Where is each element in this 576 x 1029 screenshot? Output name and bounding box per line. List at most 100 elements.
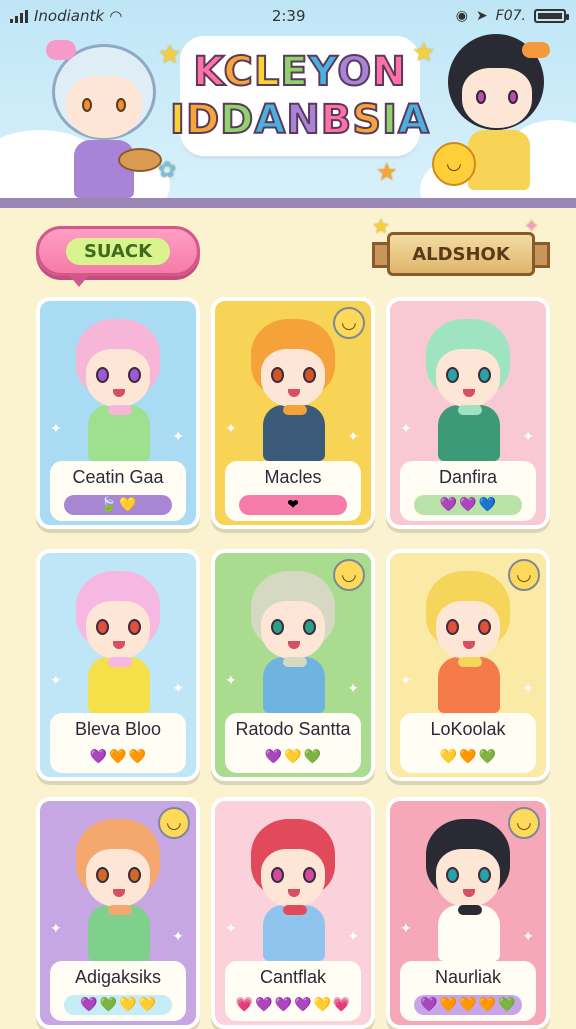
sparkle-icon: ✦ xyxy=(522,929,534,945)
sparkle-icon: ✦ xyxy=(347,929,359,945)
character-card[interactable]: ✦ ✦ ◡ Macles ❤ xyxy=(211,297,375,529)
mood-emoji-icon[interactable]: ◡ xyxy=(508,807,540,839)
heart-icon: 💜 xyxy=(264,749,283,765)
heart-icon: 💜 xyxy=(255,997,273,1013)
sparkle-icon: ✦ xyxy=(50,421,62,437)
heart-icon: 💚 xyxy=(478,749,497,765)
heart-icon: 🧡 xyxy=(439,997,458,1013)
character-card[interactable]: ✦ ✦ Bleva Bloo 💜 🧡 🧡 xyxy=(36,549,200,781)
character-name: LoKoolak xyxy=(430,719,506,739)
heart-icon: 💚 xyxy=(498,997,516,1013)
affection-hearts-bar: 💜 💛 💚 xyxy=(239,747,347,767)
sparkle-icon: ✦ xyxy=(400,921,412,937)
character-name: Ceatin Gaa xyxy=(72,467,164,487)
aldshok-button[interactable]: ALDSHOK xyxy=(372,226,550,282)
mood-emoji-icon[interactable]: ◡ xyxy=(508,559,540,591)
sparkle-icon: ✦ xyxy=(225,673,237,689)
affection-hearts-bar: 💛 🧡 💚 xyxy=(414,747,522,767)
sparkle-icon: ✦ xyxy=(225,921,237,937)
game-logo: KCLEYON IDDANBSIA xyxy=(169,36,430,156)
carrier-name: Inodiantk xyxy=(34,7,105,25)
mood-emoji-icon[interactable]: ◡ xyxy=(158,807,190,839)
character-name: Adigaksiks xyxy=(74,967,162,987)
sparkle-icon: ✦ xyxy=(50,673,62,689)
name-plate: Danfira 💜 💜 💙 xyxy=(400,461,536,521)
character-card[interactable]: ✦ ✦ Cantflak 💗 💜 💜 💜 💛 💗 xyxy=(211,797,375,1029)
sparkle-icon: ✦ xyxy=(522,681,534,697)
heart-icon: 🧡 xyxy=(459,997,477,1013)
heart-icon: 💜 xyxy=(80,997,98,1013)
signal-icon xyxy=(10,9,28,23)
snack-button-label: SUACK xyxy=(65,237,171,265)
heart-icon: 💛 xyxy=(284,749,302,765)
affection-hearts-bar: 💜 🧡 🧡 🧡 💚 xyxy=(414,995,522,1015)
mascot-left xyxy=(40,40,170,200)
affection-hearts-bar: 🍃 💛 xyxy=(64,495,172,515)
character-name: Cantflak xyxy=(259,967,327,987)
heart-icon: 💜 xyxy=(89,749,108,765)
status-right-text: F07. xyxy=(495,8,526,24)
affection-hearts-bar: 💗 💜 💜 💜 💛 💗 xyxy=(235,995,351,1015)
affection-hearts-bar: 💜 💚 💛 💛 xyxy=(64,995,172,1015)
character-card[interactable]: ✦ ✦ ◡ Ratodo Santta 💜 💛 💚 xyxy=(211,549,375,781)
status-bar: Inodiantk ◠ 2:39 ◉ ➤ F07. xyxy=(0,0,576,32)
star-icon: ✿ xyxy=(158,158,177,183)
character-name: Ratodo Santta xyxy=(235,719,351,739)
affection-hearts-bar: 💜 💜 💙 xyxy=(414,495,522,515)
battery-icon xyxy=(534,9,569,23)
heart-icon: 🧡 xyxy=(459,749,477,765)
character-card[interactable]: ✦ ✦ ◡ Naurliak 💜 🧡 🧡 🧡 💚 xyxy=(386,797,550,1029)
sparkle-icon: ✦ xyxy=(225,421,237,437)
heart-icon: 💛 xyxy=(119,497,137,513)
heart-icon: 💚 xyxy=(303,749,322,765)
name-plate: Adigaksiks 💜 💚 💛 💛 xyxy=(50,961,186,1021)
name-plate: Ratodo Santta 💜 💛 💚 xyxy=(225,713,361,773)
sparkle-icon: ✦ xyxy=(347,681,359,697)
sparkle-icon: ✦ xyxy=(172,929,184,945)
heart-icon: 💜 xyxy=(439,497,458,513)
character-card[interactable]: ✦ ✦ Danfira 💜 💜 💙 xyxy=(386,297,550,529)
sparkle-icon: ✦ xyxy=(172,429,184,445)
aldshok-button-label: ALDSHOK xyxy=(387,232,535,276)
heart-icon: 💜 xyxy=(274,997,292,1013)
logo-line-2: IDDANBSIA xyxy=(169,96,430,144)
heart-icon: 💜 xyxy=(420,997,438,1013)
character-card[interactable]: ✦ ✦ ◡ Adigaksiks 💜 💚 💛 💛 xyxy=(36,797,200,1029)
leaf-icon: 🍃 xyxy=(99,497,117,513)
heart-icon: 💗 xyxy=(332,997,351,1013)
mood-emoji-icon[interactable]: ◡ xyxy=(333,559,365,591)
heart-icon: 💛 xyxy=(439,749,458,765)
heart-icon: 🧡 xyxy=(478,997,497,1013)
name-plate: Cantflak 💗 💜 💜 💜 💛 💗 xyxy=(225,961,361,1021)
character-name: Danfira xyxy=(438,467,498,487)
heart-icon: 💙 xyxy=(478,497,497,513)
character-portrait: ✦ ✦ xyxy=(215,801,371,961)
star-icon: ★ xyxy=(158,40,182,70)
heart-icon: 🧡 xyxy=(109,749,127,765)
character-name: Bleva Bloo xyxy=(74,719,162,739)
heart-icon: ❤ xyxy=(287,497,299,513)
character-name: Macles xyxy=(264,467,322,487)
sparkle-icon: ✦ xyxy=(400,421,412,437)
smiley-sun-icon: ◡ xyxy=(432,142,476,186)
affection-hearts-bar: ❤ xyxy=(239,495,347,515)
heart-icon: 💛 xyxy=(119,997,137,1013)
name-plate: LoKoolak 💛 🧡 💚 xyxy=(400,713,536,773)
character-portrait: ✦ ✦ xyxy=(390,301,546,461)
heart-icon: 💛 xyxy=(138,997,156,1013)
star-icon: ★ xyxy=(412,38,436,68)
heart-icon: 💗 xyxy=(235,997,254,1013)
heart-icon: 💛 xyxy=(313,997,331,1013)
character-portrait: ✦ ✦ xyxy=(40,553,196,713)
snack-button[interactable]: SUACK xyxy=(36,226,200,287)
location-icon: ➤ xyxy=(475,8,488,24)
heart-icon: 💜 xyxy=(459,497,477,513)
header-divider xyxy=(0,198,576,208)
mood-emoji-icon[interactable]: ◡ xyxy=(333,307,365,339)
name-plate: Macles ❤ xyxy=(225,461,361,521)
character-card[interactable]: ✦ ✦ Ceatin Gaa 🍃 💛 xyxy=(36,297,200,529)
character-card[interactable]: ✦ ✦ ◡ LoKoolak 💛 🧡 💚 xyxy=(386,549,550,781)
logo-line-1: KCLEYON xyxy=(192,48,407,96)
sparkle-icon: ✦ xyxy=(400,673,412,689)
wifi-icon: ◠ xyxy=(110,7,122,25)
